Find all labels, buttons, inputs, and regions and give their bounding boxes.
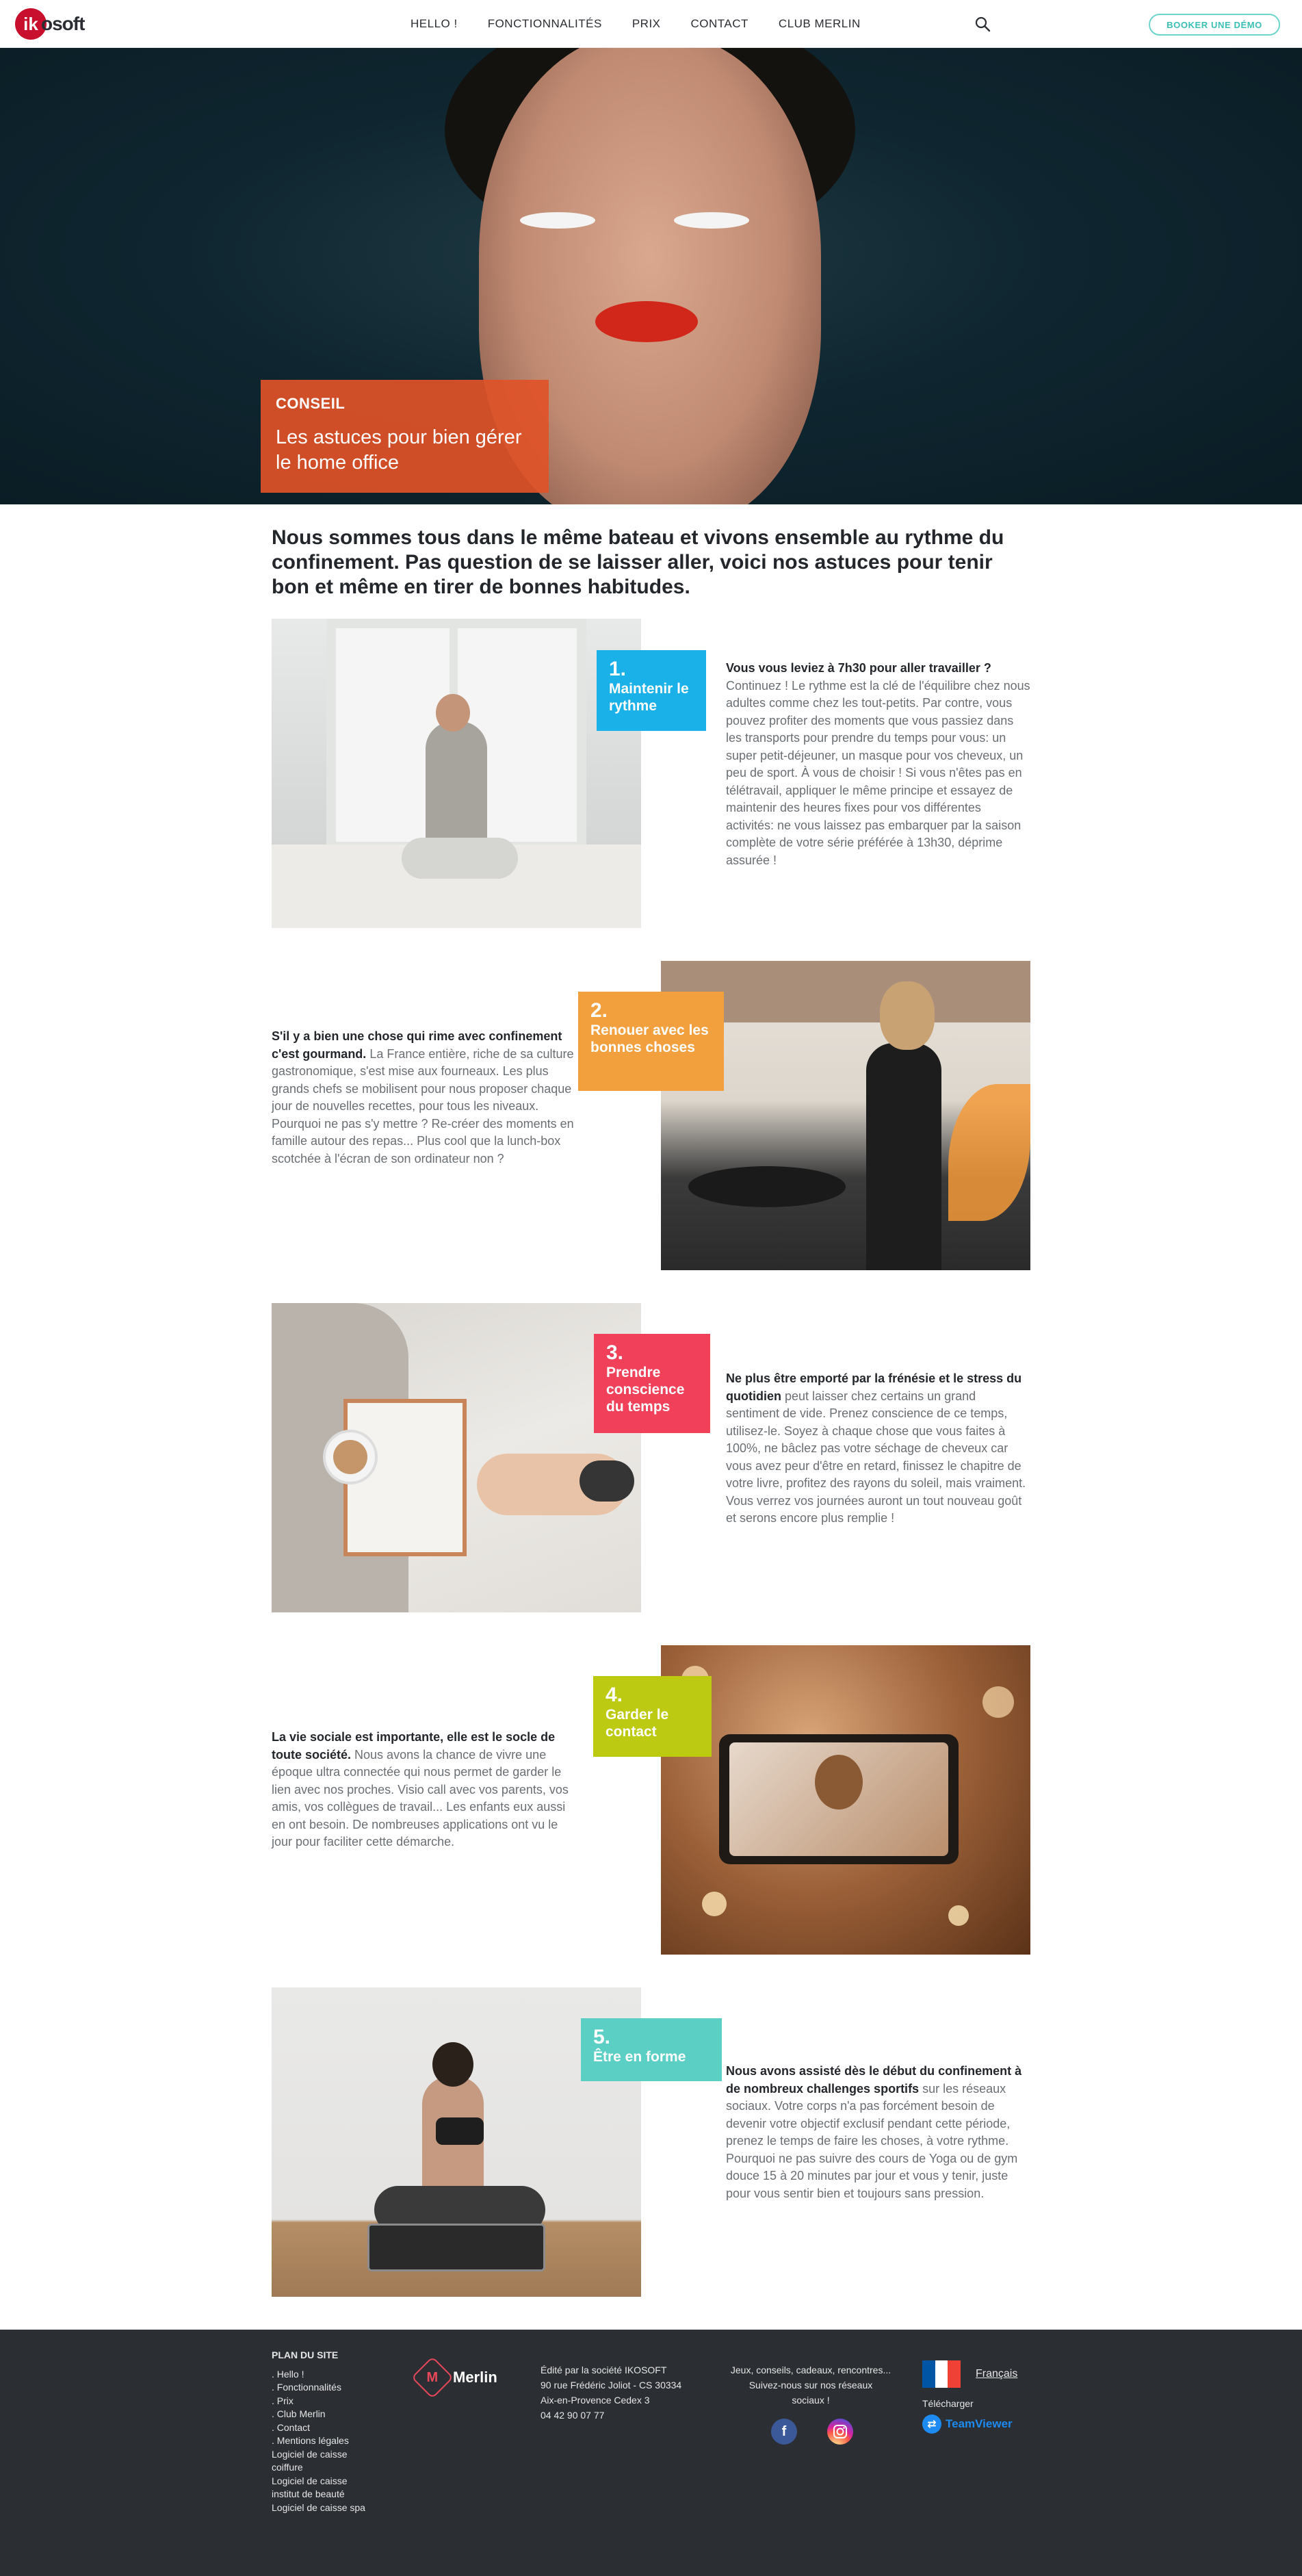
intro-text: Nous sommes tous dans le même bateau et …: [272, 526, 1004, 598]
sitemap-title: PLAN DU SITE: [272, 2349, 339, 2360]
sitemap-link[interactable]: . Mentions légales: [272, 2434, 374, 2448]
company-address: Édité par la société IKOSOFT 90 rue Fréd…: [541, 2362, 712, 2423]
section-3-number: 3.: [606, 1341, 624, 1364]
sitemap-link[interactable]: . Prix: [272, 2395, 374, 2408]
phone-number[interactable]: 04 42 90 07 77: [541, 2408, 712, 2423]
coffee-shape: [333, 1440, 367, 1474]
hero-image-eye: [674, 212, 749, 229]
nav-fonctionnalites[interactable]: FONCTIONNALITÉS: [488, 17, 602, 31]
book-demo-button[interactable]: BOOKER UNE DÉMO: [1149, 14, 1280, 36]
section-image-reading: [272, 1303, 641, 1612]
language-selector[interactable]: Français: [976, 2368, 1017, 2380]
hero-banner: CONSEIL Les astuces pour bien gérer le h…: [0, 48, 1302, 504]
social-text-line: sociaux !: [792, 2395, 830, 2406]
sitemap-link[interactable]: . Hello !: [272, 2368, 374, 2382]
person-head: [436, 694, 470, 732]
bokeh-light: [982, 1686, 1014, 1718]
sitemap-link[interactable]: Logiciel de caisse spa: [272, 2501, 374, 2515]
address-line: 90 rue Frédéric Joliot - CS 30334: [541, 2380, 682, 2391]
download-label: Télécharger: [922, 2398, 974, 2409]
caller-head: [815, 1755, 863, 1809]
teamviewer-icon: ⇄: [922, 2414, 941, 2434]
address-line: Édité par la société IKOSOFT: [541, 2365, 667, 2375]
social-text-line: Suivez-nous sur nos réseaux: [748, 2380, 873, 2391]
ikosoft-logo[interactable]: ik osoft: [15, 8, 85, 40]
yoga-mat-shape: [367, 2224, 545, 2271]
section-4-body: Nous avons la chance de vivre une époque…: [272, 1747, 569, 1849]
sitemap: PLAN DU SITE . Hello ! . Fonctionnalités…: [272, 2349, 374, 2514]
section-1-badge: 1. Maintenir le rythme: [597, 650, 706, 731]
sitemap-link[interactable]: . Fonctionnalités: [272, 2381, 374, 2395]
instagram-icon[interactable]: [827, 2419, 853, 2445]
person-head: [432, 2042, 473, 2087]
hero-image-eye: [520, 212, 595, 229]
hero-card: CONSEIL Les astuces pour bien gérer le h…: [261, 380, 549, 493]
section-2-badge: 2. Renouer avec les bonnes choses: [578, 992, 724, 1091]
sitemap-link[interactable]: Logiciel de caisse institut de beauté: [272, 2475, 374, 2501]
section-4-title: Garder le contact: [606, 1707, 669, 1740]
sitemap-link[interactable]: . Club Merlin: [272, 2408, 374, 2421]
top-shape: [436, 2117, 484, 2145]
nav-club-merlin[interactable]: CLUB MERLIN: [779, 17, 861, 31]
section-2-body: La France entière, riche de sa culture g…: [272, 1046, 574, 1165]
section-5-text: Nous avons assisté dès le début du confi…: [726, 2063, 1030, 2202]
nav-hello[interactable]: HELLO !: [411, 17, 458, 31]
section-5-title: Être en forme: [593, 2049, 686, 2065]
person-head: [880, 981, 935, 1050]
bokeh-light: [948, 1905, 969, 1926]
address-line: Aix-en-Provence Cedex 3: [541, 2395, 650, 2406]
sock-shape: [580, 1460, 634, 1502]
merlin-mark-icon: M: [411, 2356, 454, 2399]
section-2-number: 2.: [590, 999, 608, 1022]
french-flag-icon[interactable]: [922, 2360, 961, 2388]
section-1-title: Maintenir le rythme: [609, 681, 689, 714]
footer: PLAN DU SITE . Hello ! . Fonctionnalités…: [0, 2330, 1302, 2576]
section-3-text: Ne plus être emporté par la frénésie et …: [726, 1370, 1030, 1528]
flower-shape: [948, 1084, 1030, 1221]
person-shape: [866, 1043, 941, 1270]
hero-tag: CONSEIL: [276, 395, 346, 412]
section-3-body: peut laisser chez certains un grand sent…: [726, 1389, 1026, 1525]
section-image-video-call: [661, 1645, 1030, 1955]
merlin-logo[interactable]: M Merlin: [411, 2356, 497, 2399]
sitemap-link[interactable]: Logiciel de caisse coiffure: [272, 2448, 374, 2475]
hero-title: Les astuces pour bien gérer le home offi…: [276, 426, 522, 474]
section-5-body: sur les réseaux sociaux. Votre corps n'a…: [726, 2081, 1018, 2200]
search-icon[interactable]: [974, 16, 991, 32]
social-text-line: Jeux, conseils, cadeaux, rencontres...: [730, 2365, 891, 2375]
logo-text: osoft: [41, 13, 85, 34]
teamviewer-link[interactable]: ⇄ TeamViewer: [922, 2414, 1013, 2434]
section-1-text: Vous vous leviez à 7h30 pour aller trava…: [726, 660, 1030, 869]
facebook-icon[interactable]: f: [771, 2419, 797, 2445]
section-3-badge: 3. Prendre conscience du temps: [594, 1334, 710, 1433]
section-1-lead: Vous vous leviez à 7h30 pour aller trava…: [726, 661, 991, 675]
header: ik osoft HELLO ! FONCTIONNALITÉS PRIX CO…: [0, 0, 1302, 48]
section-2-title: Renouer avec les bonnes choses: [590, 1022, 709, 1055]
section-2-text: S'il y a bien une chose qui rime avec co…: [272, 1028, 576, 1168]
merlin-logo-text: Merlin: [453, 2369, 497, 2386]
nav-contact[interactable]: CONTACT: [691, 17, 748, 31]
teamviewer-label: TeamViewer: [946, 2417, 1013, 2430]
section-3-title: Prendre conscience du temps: [606, 1365, 685, 1415]
person-legs: [402, 838, 518, 879]
section-4-text: La vie sociale est importante, elle est …: [272, 1729, 576, 1851]
main-nav: HELLO ! FONCTIONNALITÉS PRIX CONTACT CLU…: [411, 0, 861, 48]
bokeh-light: [702, 1892, 727, 1916]
section-4-badge: 4. Garder le contact: [593, 1676, 712, 1757]
pan-shape: [688, 1166, 846, 1207]
social-text: Jeux, conseils, cadeaux, rencontres... S…: [718, 2362, 903, 2408]
section-1-number: 1.: [609, 658, 627, 680]
section-5-number: 5.: [593, 2026, 611, 2048]
hero-image-lips: [595, 301, 698, 342]
section-4-number: 4.: [606, 1684, 623, 1706]
section-image-stretching: [272, 619, 641, 928]
section-5-badge: 5. Être en forme: [581, 2018, 722, 2081]
nav-prix[interactable]: PRIX: [632, 17, 661, 31]
section-1-body: Continuez ! Le rythme est la clé de l'éq…: [726, 678, 1030, 867]
sitemap-link[interactable]: . Contact: [272, 2421, 374, 2435]
